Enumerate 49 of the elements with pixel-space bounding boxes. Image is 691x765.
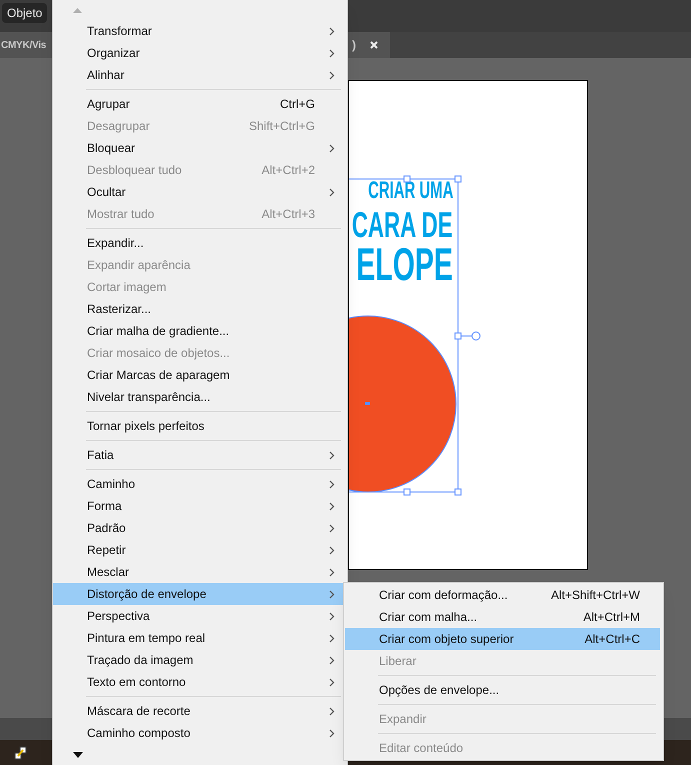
menu-item[interactable]: Fatia: [53, 444, 347, 466]
menu-item[interactable]: Agrupar Ctrl+G: [53, 93, 347, 115]
chevron-right-icon: [329, 26, 335, 36]
menu-item[interactable]: Criar Marcas de aparagem: [53, 364, 347, 386]
menu-item[interactable]: Tornar pixels perfeitos: [53, 415, 347, 437]
chevron-right-icon: [329, 144, 335, 152]
chevron-right-icon: [329, 524, 335, 532]
menu-item[interactable]: Criar com objeto superior Alt+Ctrl+C: [345, 628, 660, 650]
menu-item[interactable]: Padrão: [53, 517, 347, 539]
link-icon[interactable]: [14, 746, 28, 760]
chevron-right-icon: [329, 706, 335, 716]
menu-item[interactable]: Bloquear: [53, 137, 347, 159]
menu-item[interactable]: Criar com deformação... Alt+Shift+Ctrl+W: [345, 584, 660, 606]
menu-item[interactable]: Caminho: [53, 473, 347, 495]
menu-item[interactable]: Expandir...: [53, 232, 347, 254]
menu-item[interactable]: Caminho composto: [53, 722, 347, 744]
chevron-right-icon: [329, 656, 335, 664]
chevron-right-icon: [329, 590, 335, 598]
menu-item[interactable]: Opções de envelope...: [345, 679, 660, 701]
artboard-text: CRIAR UMA: [368, 177, 453, 204]
menu-item[interactable]: Perspectiva: [53, 605, 347, 627]
menu-item[interactable]: Traçado da imagem: [53, 649, 347, 671]
chevron-right-icon: [329, 188, 335, 196]
chevron-right-icon: [329, 450, 335, 460]
menu-item[interactable]: Máscara de recorte: [53, 700, 347, 722]
menu-item[interactable]: Alinhar: [53, 64, 347, 86]
chevron-right-icon: [329, 546, 335, 554]
menu-item[interactable]: Criar malha de gradiente...: [53, 320, 347, 342]
chevron-right-icon: [329, 678, 335, 686]
chevron-right-icon: [329, 568, 335, 576]
chevron-right-icon: [329, 612, 335, 620]
menu-item[interactable]: Mesclar: [53, 561, 347, 583]
chevron-right-icon: [329, 728, 335, 738]
menu-item[interactable]: Texto em contorno: [53, 671, 347, 693]
menu-item[interactable]: Nivelar transparência...: [53, 386, 347, 408]
menu-item[interactable]: Repetir: [53, 539, 347, 561]
chevron-right-icon: [329, 48, 335, 58]
chevron-right-icon: [329, 502, 335, 510]
menu-item[interactable]: Pintura em tempo real: [53, 627, 347, 649]
menu-bar-item[interactable]: Objeto: [2, 3, 48, 23]
chevron-right-icon: [329, 70, 335, 80]
scroll-down-icon[interactable]: [73, 752, 83, 758]
chevron-right-icon: [329, 634, 335, 642]
close-icon[interactable]: [370, 41, 378, 49]
menu-item[interactable]: Ocultar: [53, 181, 347, 203]
menu-item[interactable]: Criar com malha... Alt+Ctrl+M: [345, 606, 660, 628]
chevron-right-icon: [329, 480, 335, 488]
menu-item[interactable]: Rasterizar...: [53, 298, 347, 320]
menu-item[interactable]: Forma: [53, 495, 347, 517]
